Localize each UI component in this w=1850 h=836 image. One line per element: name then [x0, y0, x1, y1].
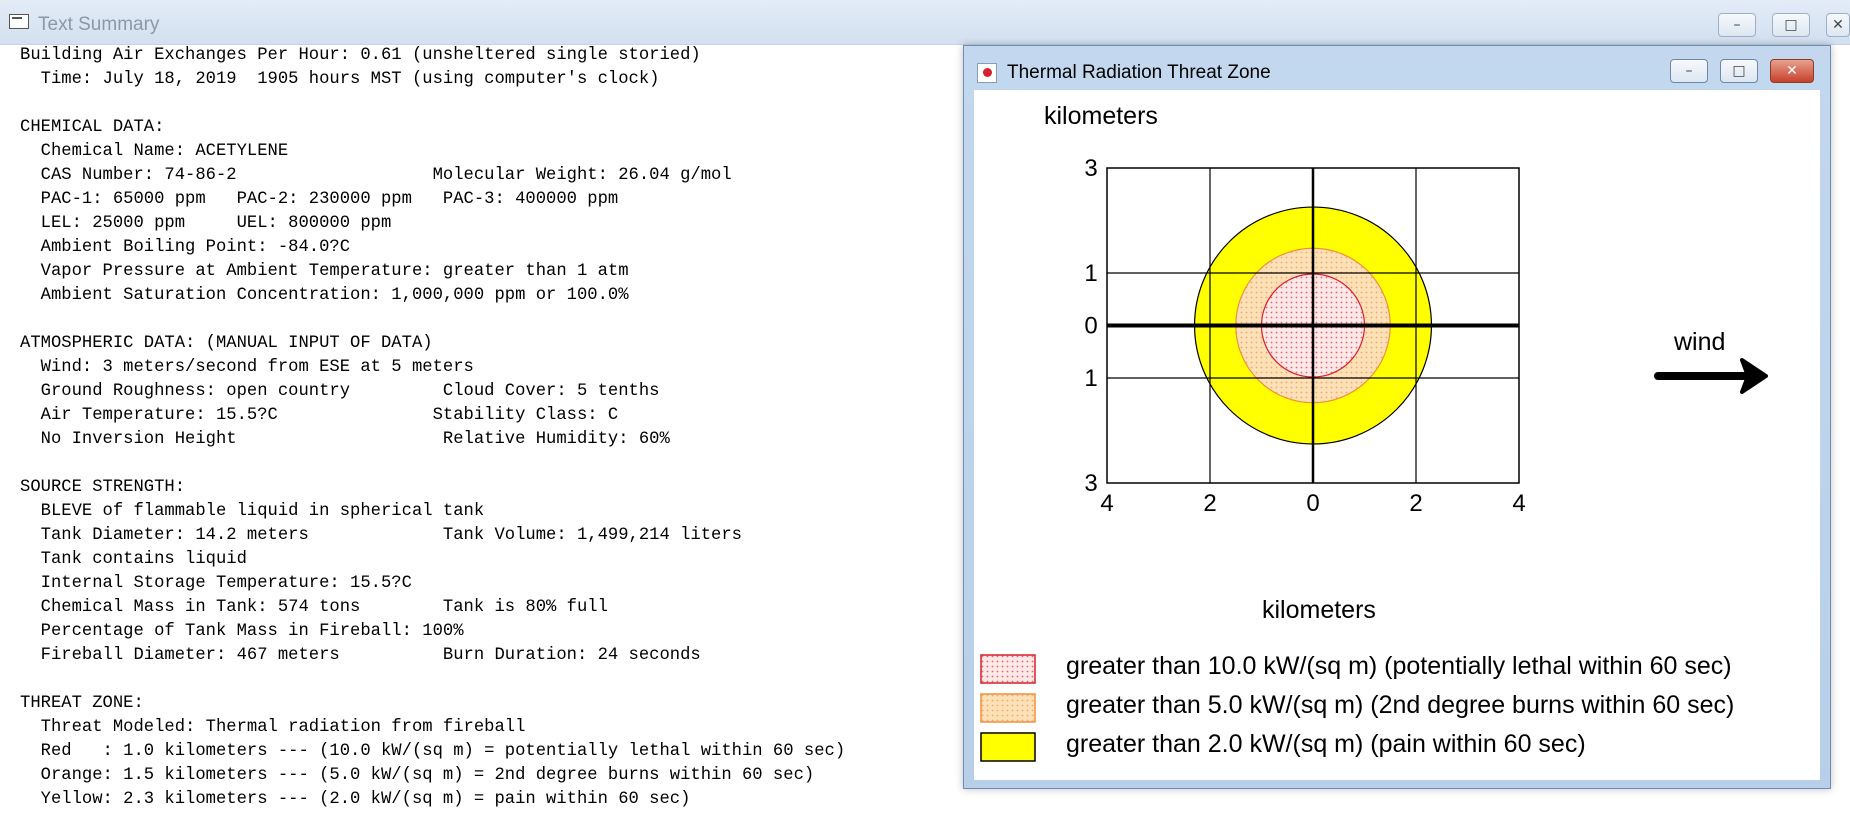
summary-close-button[interactable]: ✕: [1826, 13, 1850, 37]
threat-app-icon: [977, 63, 997, 83]
legend-swatch-yellow: [980, 732, 1036, 762]
y-tick-label: 0: [1084, 313, 1097, 340]
threat-title: Thermal Radiation Threat Zone: [1007, 62, 1271, 83]
wind-arrow-icon: [1654, 358, 1768, 394]
legend-swatch-red: [980, 654, 1036, 684]
summary-titlebar[interactable]: Text Summary – □ ✕: [0, 0, 1850, 45]
x-tick-label: 2: [1203, 490, 1216, 517]
x-tick-label: 2: [1409, 490, 1422, 517]
legend-swatch-orange: [980, 693, 1036, 723]
y-tick-label: 1: [1084, 365, 1097, 392]
x-axis-label: kilometers: [1262, 596, 1376, 624]
legend-text-red: greater than 10.0 kW/(sq m) (potentially…: [1066, 652, 1732, 680]
legend-text-yellow: greater than 2.0 kW/(sq m) (pain within …: [1066, 730, 1586, 758]
summary-maximize-button[interactable]: □: [1772, 13, 1810, 37]
x-tick-label: 0: [1306, 490, 1319, 517]
x-tick-label: 4: [1100, 490, 1113, 517]
terminal-icon: [9, 14, 29, 29]
summary-text: Building Air Exchanges Per Hour: 0.61 (u…: [20, 46, 846, 809]
summary-minimize-button[interactable]: –: [1718, 13, 1756, 37]
threat-titlebar[interactable]: Thermal Radiation Threat Zone – □ ✕: [964, 46, 1830, 90]
threat-maximize-button[interactable]: □: [1720, 59, 1758, 83]
threat-minimize-button[interactable]: –: [1670, 59, 1708, 83]
legend-text-orange: greater than 5.0 kW/(sq m) (2nd degree b…: [1066, 691, 1735, 719]
y-tick-label: 1: [1084, 260, 1097, 287]
threat-plot-area: kilometers 4202431013 kilometers wind gr…: [974, 90, 1820, 780]
threat-zone-window: Thermal Radiation Threat Zone – □ ✕ kilo…: [963, 45, 1831, 789]
threat-close-button[interactable]: ✕: [1770, 59, 1814, 83]
y-tick-label: 3: [1084, 155, 1097, 182]
x-tick-label: 4: [1512, 490, 1525, 517]
wind-label: wind: [1674, 328, 1726, 356]
summary-title: Text Summary: [38, 14, 160, 35]
y-tick-label: 3: [1084, 470, 1097, 497]
